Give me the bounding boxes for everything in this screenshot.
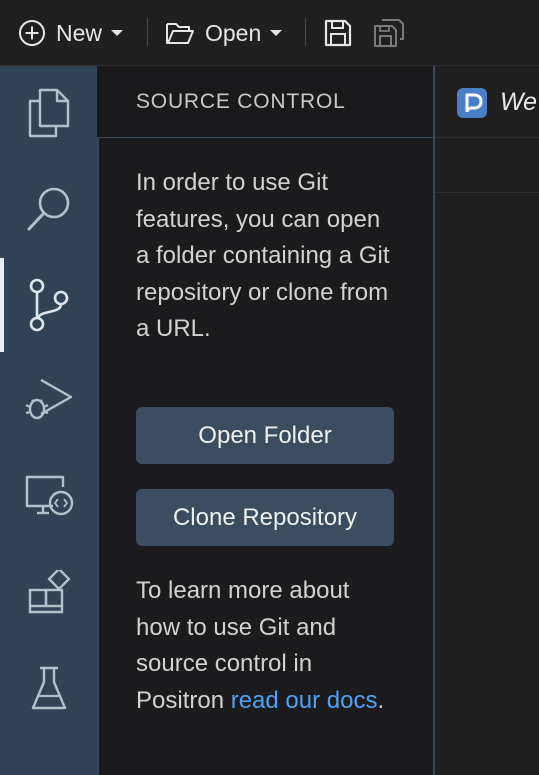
activity-bar <box>0 66 97 775</box>
flask-icon <box>29 665 69 713</box>
activity-search[interactable] <box>0 162 97 256</box>
top-toolbar: New Open <box>0 0 539 66</box>
editor-tab-bar: We <box>435 66 539 193</box>
save-all-button[interactable] <box>372 14 406 52</box>
editor-area: We <box>435 66 539 775</box>
open-button[interactable]: Open <box>165 14 283 52</box>
save-button[interactable] <box>322 14 354 52</box>
welcome-message: In order to use Git features, you can op… <box>136 169 390 342</box>
save-icon <box>322 17 354 49</box>
source-control-icon <box>26 278 72 332</box>
clone-repository-button[interactable]: Clone Repository <box>136 489 394 546</box>
chevron-down-icon <box>110 28 124 38</box>
search-icon <box>24 184 74 234</box>
activity-explorer[interactable] <box>0 66 97 160</box>
activity-remote-explorer[interactable] <box>0 450 97 544</box>
sidebar-body: In order to use Git features, you can op… <box>97 138 433 775</box>
new-label: New <box>56 19 103 46</box>
source-control-sidebar: SOURCE CONTROL In order to use Git featu… <box>97 66 435 775</box>
new-button[interactable]: New <box>18 14 124 52</box>
sidebar-title: SOURCE CONTROL <box>136 90 346 113</box>
toolbar-separator <box>147 18 148 46</box>
activity-run-debug[interactable] <box>0 354 97 448</box>
folder-open-icon <box>165 20 195 46</box>
sidebar-header: SOURCE CONTROL <box>97 66 433 138</box>
files-icon <box>26 87 72 139</box>
app-window: New Open SOURCE CONTROL In order to use … <box>0 0 539 775</box>
positron-logo-icon <box>457 88 487 118</box>
extensions-icon <box>26 570 72 616</box>
debug-icon <box>23 376 75 426</box>
open-label: Open <box>205 19 262 46</box>
plus-circle-icon <box>18 19 46 47</box>
activity-extensions[interactable] <box>0 546 97 640</box>
read-our-docs-link[interactable]: read our docs <box>231 687 378 714</box>
chevron-down-icon <box>269 28 283 38</box>
save-all-icon <box>372 17 406 49</box>
activity-source-control[interactable] <box>0 258 97 352</box>
tab-label: We <box>500 88 538 116</box>
editor-tab-welcome[interactable]: We <box>435 66 539 138</box>
remote-explorer-icon <box>23 473 75 521</box>
toolbar-separator <box>305 18 306 46</box>
activity-testing[interactable] <box>0 642 97 736</box>
learn-more-suffix: . <box>377 686 385 714</box>
learn-more-text: To learn more about how to use Git and s… <box>136 573 398 719</box>
open-folder-button[interactable]: Open Folder <box>136 407 394 464</box>
